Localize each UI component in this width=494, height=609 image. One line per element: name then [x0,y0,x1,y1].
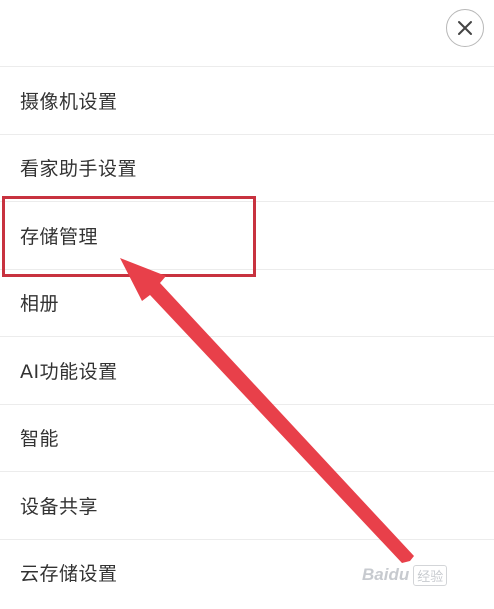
menu-item-home-assistant-settings[interactable]: 看家助手设置 [0,133,494,202]
menu-item-smart[interactable]: 智能 [0,403,494,472]
menu-item-label: 摄像机设置 [20,90,118,113]
menu-item-label: 智能 [20,428,60,451]
menu-item-ai-settings[interactable]: AI功能设置 [0,336,494,404]
watermark-logo: Baidu [362,565,410,584]
watermark-sub: 经验 [413,564,448,586]
close-button[interactable] [446,9,484,47]
close-icon [457,20,473,36]
watermark: Baidu 经验 [362,562,448,588]
menu-item-storage-management[interactable]: 存储管理 [0,201,494,269]
menu-item-album[interactable]: 相册 [0,268,494,337]
menu-item-label: 看家助手设置 [20,158,138,181]
menu-item-camera-settings[interactable]: 摄像机设置 [0,66,494,134]
settings-menu-list: 摄像机设置 看家助手设置 存储管理 相册 AI功能设置 智能 设备共享 云存储设… [0,66,494,606]
menu-item-label: 相册 [20,293,60,316]
menu-item-device-sharing[interactable]: 设备共享 [0,471,494,539]
menu-item-label: 设备共享 [20,495,99,518]
menu-item-label: AI功能设置 [20,360,118,383]
menu-item-label: 云存储设置 [20,563,118,586]
menu-item-label: 存储管理 [20,225,99,248]
settings-menu-page: 摄像机设置 看家助手设置 存储管理 相册 AI功能设置 智能 设备共享 云存储设… [0,0,494,609]
